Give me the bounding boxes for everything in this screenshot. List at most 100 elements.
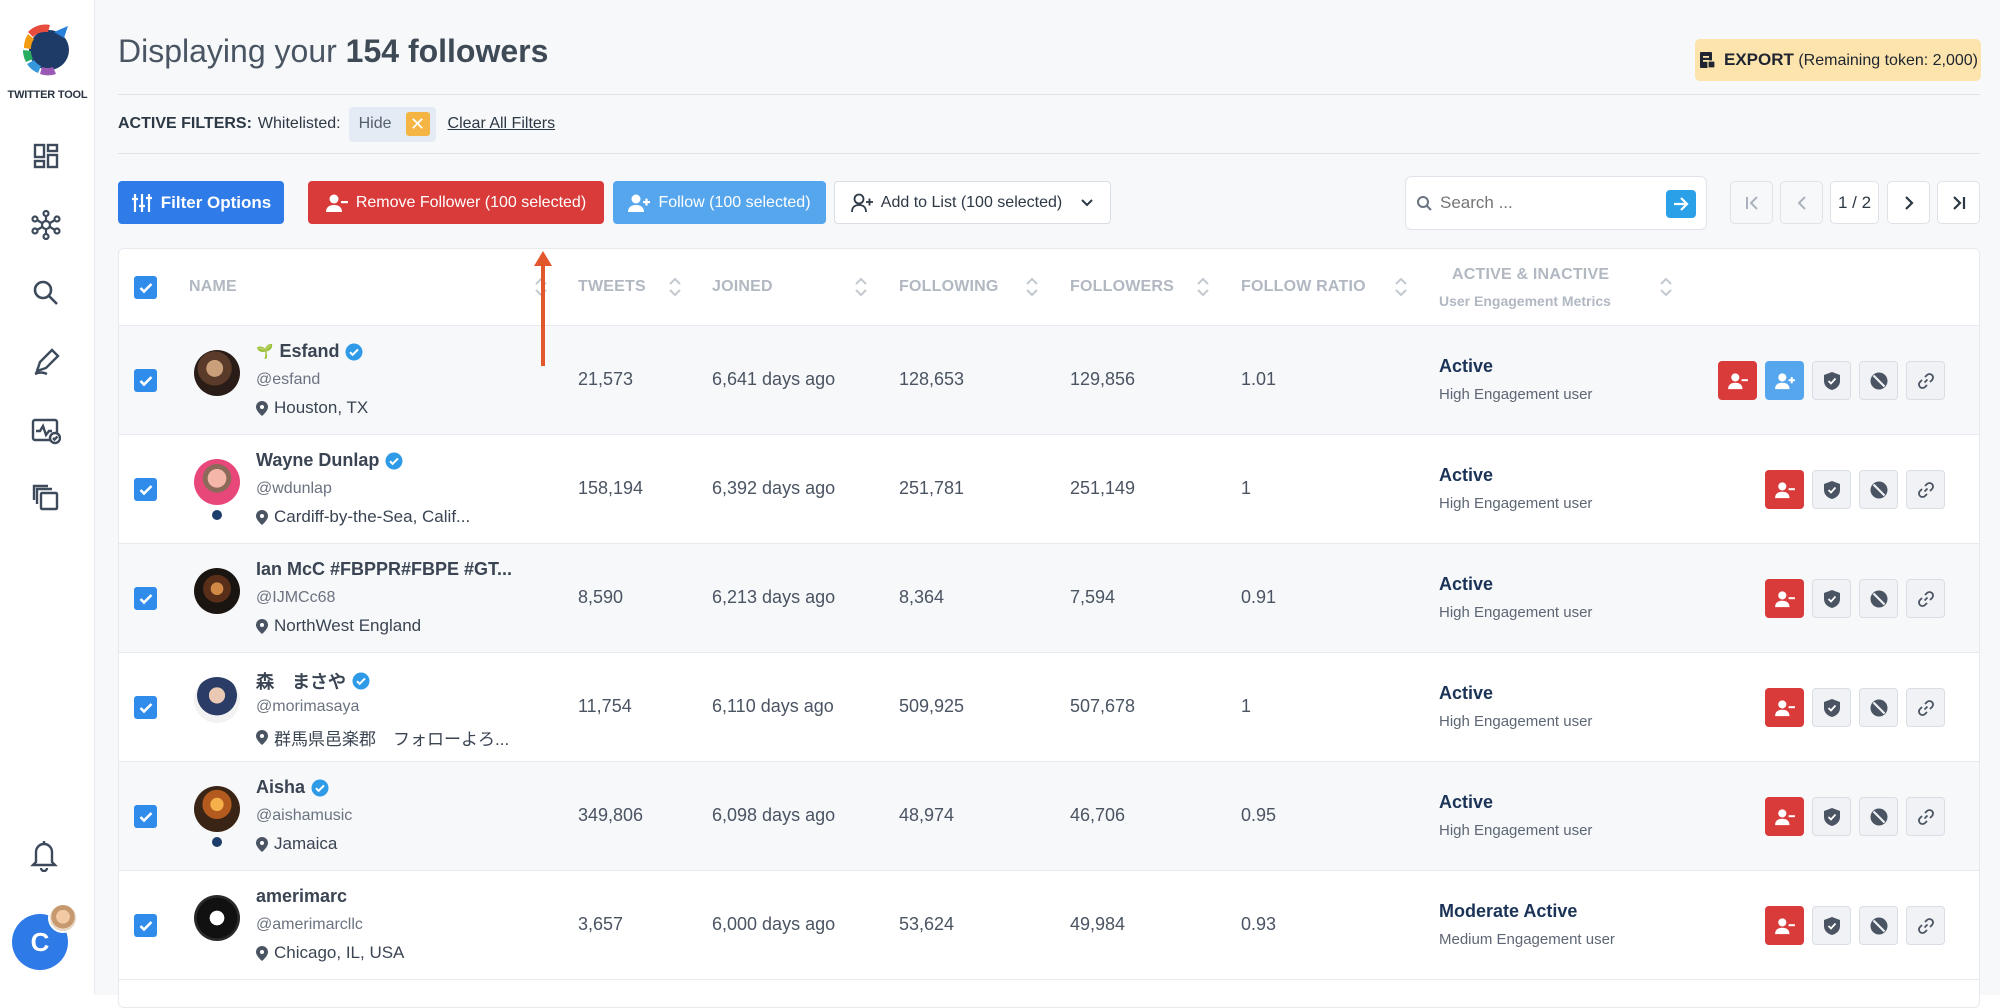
profile-link-button[interactable] bbox=[1906, 470, 1945, 509]
remove-follower-row-button[interactable] bbox=[1765, 579, 1804, 618]
copy-icon[interactable] bbox=[30, 482, 62, 514]
whitelist-shield-button[interactable] bbox=[1812, 906, 1851, 945]
export-button[interactable]: EXPORT (Remaining token: 2,000) bbox=[1695, 39, 1981, 81]
column-joined: JOINED bbox=[712, 278, 773, 295]
user-name[interactable]: Wayne Dunlap bbox=[256, 450, 403, 471]
filter-options-button[interactable]: Filter Options bbox=[118, 181, 284, 224]
sort-tweets-icon[interactable] bbox=[668, 276, 682, 298]
prev-page-button[interactable] bbox=[1780, 181, 1823, 224]
search-input[interactable] bbox=[1440, 193, 1660, 213]
search-submit-button[interactable] bbox=[1666, 190, 1696, 218]
avatar[interactable] bbox=[194, 568, 240, 614]
check-icon bbox=[139, 484, 152, 495]
tweets-count: 8,590 bbox=[578, 587, 624, 607]
remove-follower-row-button[interactable] bbox=[1765, 906, 1804, 945]
user-name[interactable]: Ian McC #FBPPR#FBPE #GT... bbox=[256, 559, 512, 580]
whitelist-shield-button[interactable] bbox=[1812, 797, 1851, 836]
profile-link-button[interactable] bbox=[1906, 688, 1945, 727]
next-page-button[interactable] bbox=[1887, 181, 1930, 224]
column-activity-subtitle: User Engagement Metrics bbox=[1439, 293, 1611, 309]
whitelist-shield-button[interactable] bbox=[1812, 361, 1851, 400]
block-button[interactable] bbox=[1859, 906, 1898, 945]
profile-link-button[interactable] bbox=[1906, 797, 1945, 836]
remove-follower-button[interactable]: Remove Follower (100 selected) bbox=[308, 181, 604, 224]
bell-icon[interactable] bbox=[28, 838, 60, 872]
table-row: Ian McC #FBPPR#FBPE #GT... @IJMCc68 Nort… bbox=[119, 544, 1979, 653]
column-follow-ratio: FOLLOW RATIO bbox=[1241, 278, 1366, 295]
followers-count: 507,678 bbox=[1070, 696, 1136, 716]
user-location: 群馬県邑楽郡 フォローよろ... bbox=[256, 725, 509, 750]
block-button[interactable] bbox=[1859, 361, 1898, 400]
user-display-name: Wayne Dunlap bbox=[256, 450, 380, 470]
edit-icon[interactable] bbox=[30, 346, 62, 378]
profile-link-button[interactable] bbox=[1906, 906, 1945, 945]
block-button[interactable] bbox=[1859, 688, 1898, 727]
avatar[interactable] bbox=[194, 786, 240, 832]
user-name[interactable]: Aisha bbox=[256, 777, 329, 798]
following-count: 251,781 bbox=[899, 478, 965, 498]
user-initial: C bbox=[30, 926, 50, 957]
follow-row-button[interactable] bbox=[1765, 361, 1804, 400]
clear-filters-link[interactable]: Clear All Filters bbox=[448, 115, 556, 133]
follow-ratio: 0.91 bbox=[1241, 587, 1277, 607]
block-button[interactable] bbox=[1859, 579, 1898, 618]
user-plus-icon bbox=[628, 194, 651, 212]
search-icon[interactable] bbox=[30, 277, 62, 309]
user-name[interactable]: 🌱 Esfand bbox=[256, 341, 363, 362]
user-display-name: amerimarc bbox=[256, 886, 348, 906]
first-page-button[interactable] bbox=[1730, 181, 1773, 224]
remove-follower-row-button[interactable] bbox=[1765, 470, 1804, 509]
row-checkbox[interactable] bbox=[134, 805, 157, 828]
location-text: Houston, TX bbox=[274, 398, 369, 417]
network-icon[interactable] bbox=[30, 209, 62, 241]
export-token-note: (Remaining token: 2,000) bbox=[1798, 52, 1978, 69]
row-checkbox[interactable] bbox=[134, 369, 157, 392]
row-checkbox[interactable] bbox=[134, 914, 157, 937]
analytics-icon[interactable] bbox=[30, 415, 62, 447]
remove-follower-row-button[interactable] bbox=[1718, 361, 1757, 400]
location-text: Jamaica bbox=[274, 834, 338, 853]
profile-link-button[interactable] bbox=[1906, 579, 1945, 618]
app-logo[interactable] bbox=[20, 22, 74, 76]
user-name[interactable]: 森 まさや bbox=[256, 668, 370, 694]
user-name[interactable]: amerimarc bbox=[256, 886, 347, 907]
avatar[interactable] bbox=[194, 459, 240, 505]
block-button[interactable] bbox=[1859, 797, 1898, 836]
profile-link-button[interactable] bbox=[1906, 361, 1945, 400]
chevron-down-icon bbox=[1081, 198, 1093, 206]
following-count: 48,974 bbox=[899, 805, 955, 825]
sprout-emoji: 🌱 bbox=[256, 343, 274, 359]
sort-ratio-icon[interactable] bbox=[1394, 276, 1408, 298]
table-row: amerimarc @amerimarcllc Chicago, IL, USA… bbox=[119, 871, 1979, 980]
sort-joined-icon[interactable] bbox=[854, 276, 868, 298]
check-icon bbox=[139, 593, 152, 604]
avatar[interactable] bbox=[194, 677, 240, 723]
followers-count: 251,149 bbox=[1070, 478, 1136, 498]
add-to-list-dropdown[interactable]: Add to List (100 selected) bbox=[834, 181, 1111, 224]
user-handle: @aishamusic bbox=[256, 807, 353, 824]
sort-following-icon[interactable] bbox=[1025, 276, 1039, 298]
avatar[interactable] bbox=[194, 895, 240, 941]
remove-follower-row-button[interactable] bbox=[1765, 797, 1804, 836]
arrow-right-icon bbox=[1674, 197, 1689, 211]
whitelist-shield-button[interactable] bbox=[1812, 579, 1851, 618]
sort-activity-icon[interactable] bbox=[1659, 276, 1673, 298]
remove-filter-icon[interactable]: ✕ bbox=[405, 112, 430, 136]
verified-badge-icon bbox=[311, 779, 329, 796]
user-location: NorthWest England bbox=[256, 616, 421, 636]
dashboard-icon[interactable] bbox=[30, 140, 62, 172]
remove-follower-row-button[interactable] bbox=[1765, 688, 1804, 727]
block-button[interactable] bbox=[1859, 470, 1898, 509]
export-label: EXPORT bbox=[1723, 50, 1794, 69]
avatar[interactable] bbox=[194, 350, 240, 396]
follow-button[interactable]: Follow (100 selected) bbox=[613, 181, 826, 224]
followers-count: 129,856 bbox=[1070, 369, 1136, 389]
select-all-checkbox[interactable] bbox=[134, 276, 157, 299]
whitelist-shield-button[interactable] bbox=[1812, 688, 1851, 727]
sort-followers-icon[interactable] bbox=[1196, 276, 1210, 298]
row-checkbox[interactable] bbox=[134, 587, 157, 610]
row-checkbox[interactable] bbox=[134, 478, 157, 501]
whitelist-shield-button[interactable] bbox=[1812, 470, 1851, 509]
row-checkbox[interactable] bbox=[134, 696, 157, 719]
last-page-button[interactable] bbox=[1937, 181, 1980, 224]
